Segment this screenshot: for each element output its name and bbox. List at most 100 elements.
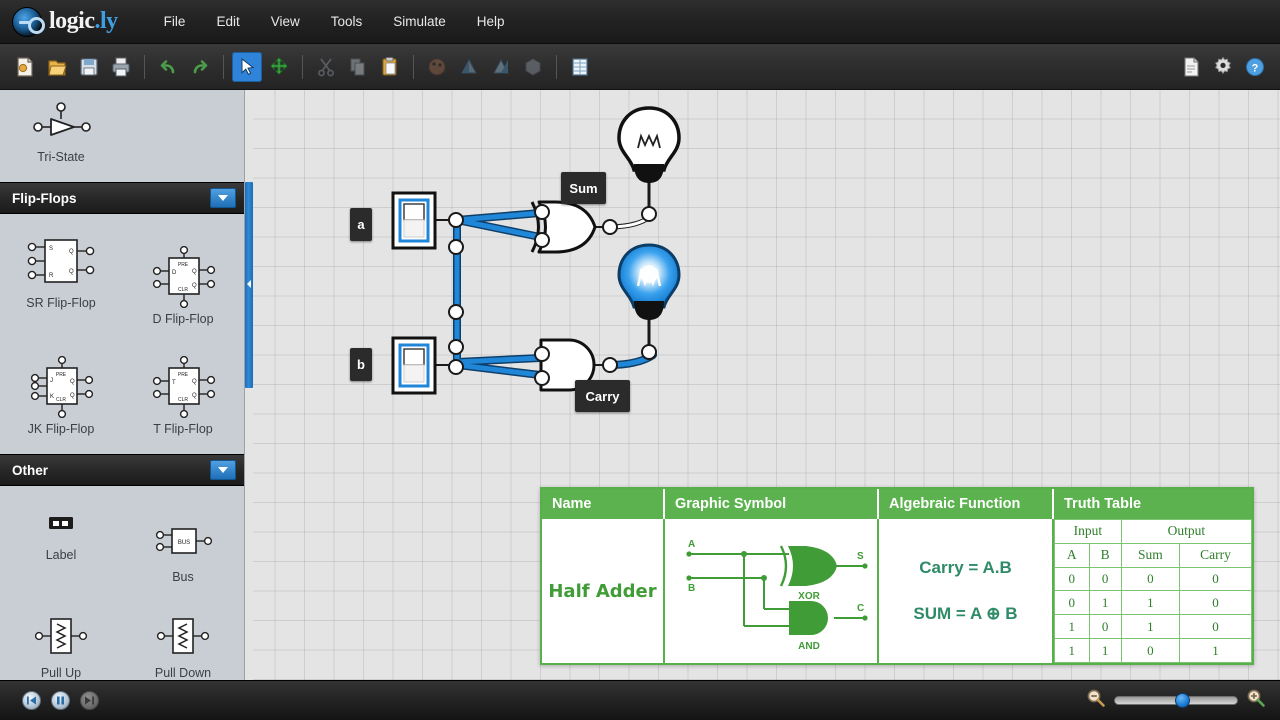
cell-carry: 1: [1179, 638, 1252, 663]
new-document-icon[interactable]: [10, 52, 40, 82]
svg-text:D: D: [172, 270, 177, 276]
gear-icon[interactable]: [1208, 52, 1238, 82]
svg-text:S: S: [49, 246, 53, 252]
toolbar-divider: [223, 54, 224, 79]
palette-item-label: Pull Down: [154, 666, 212, 680]
zoom-out-icon[interactable]: [1086, 688, 1106, 713]
zoom-slider-thumb[interactable]: [1175, 693, 1191, 708]
svg-text:CLR: CLR: [56, 397, 66, 403]
app-title: logic.ly: [49, 8, 118, 35]
palette-item-label: Pull Up: [40, 666, 82, 680]
palette-item-sr-flip-flop[interactable]: S R Q Q SR Flip-Flop: [0, 224, 122, 336]
cell-a: 1: [1054, 614, 1090, 640]
svg-text:CLR: CLR: [178, 287, 188, 293]
cut-scissors-icon[interactable]: [311, 52, 341, 82]
menu-edit[interactable]: Edit: [202, 8, 253, 35]
header-truth-table: Truth Table: [1064, 496, 1142, 512]
sidebar-collapse-handle[interactable]: [245, 182, 253, 388]
d-flip-flop-icon: PRE CLR D Q Q: [140, 246, 226, 308]
paste-clipboard-icon[interactable]: [375, 52, 405, 82]
toolbar-group-history: [153, 52, 215, 82]
copy-icon[interactable]: [343, 52, 373, 82]
section-header-flip-flops[interactable]: Flip-Flops: [0, 182, 244, 214]
palette-section-top: Tri-State: [0, 90, 244, 182]
restart-simulation-icon[interactable]: [22, 691, 41, 710]
palette-item-bus[interactable]: BUS Bus: [122, 512, 244, 594]
table-row: 1 1 0 1: [1054, 638, 1252, 663]
canvas-label-input-a[interactable]: a: [350, 208, 372, 241]
menu-help[interactable]: Help: [463, 8, 519, 35]
svg-text:Q: Q: [70, 393, 75, 399]
cell-b: 0: [1088, 614, 1122, 640]
truth-table-icon[interactable]: [565, 52, 595, 82]
simulation-controls: [22, 691, 99, 710]
bring-forward-icon[interactable]: [454, 52, 484, 82]
chevron-down-icon[interactable]: [210, 460, 236, 480]
help-icon[interactable]: ?: [1240, 52, 1270, 82]
section-header-other[interactable]: Other: [0, 454, 244, 486]
color-palette-icon[interactable]: [422, 52, 452, 82]
palette-item-tri-state[interactable]: Tri-State: [0, 94, 122, 174]
header-algebraic: Algebraic Function: [879, 489, 1054, 519]
half-adder-name-text: Half Adder: [548, 580, 657, 602]
redo-arrow-icon[interactable]: [185, 52, 215, 82]
canvas-label-carry[interactable]: Carry: [575, 380, 630, 412]
move-pan-icon[interactable]: [264, 52, 294, 82]
group-icon[interactable]: [518, 52, 548, 82]
circuit-canvas[interactable]: a b Sum Carry Name Graphic Symbol Algebr…: [253, 90, 1280, 680]
svg-text:Q: Q: [192, 283, 197, 289]
group-header-input: Input: [1054, 519, 1122, 544]
pull-down-resistor-icon: [140, 612, 226, 660]
palette-item-label[interactable]: Label: [0, 496, 122, 594]
undo-arrow-icon[interactable]: [153, 52, 183, 82]
column-header-sum: Sum: [1120, 542, 1181, 568]
reference-name-cell: Half Adder: [542, 519, 665, 663]
cell-carry: 0: [1179, 590, 1252, 616]
toolbar-group-clipboard: [311, 52, 405, 82]
svg-text:R: R: [49, 273, 54, 279]
menu-bar: logic.ly File Edit View Tools Simulate H…: [0, 0, 1280, 44]
header-name: Name: [542, 489, 665, 519]
chevron-down-icon[interactable]: [210, 188, 236, 208]
toolbar-group-arrange: [422, 52, 548, 82]
palette-item-t-flip-flop[interactable]: PRE CLR T Q Q T Flip-Flop: [122, 350, 244, 446]
brand-suffix-text: .ly: [94, 8, 119, 34]
menu-tools[interactable]: Tools: [317, 8, 377, 35]
palette-item-jk-flip-flop[interactable]: PRE CLR J K Q Q JK Flip-Flop: [0, 350, 122, 446]
palette-item-d-flip-flop[interactable]: PRE CLR D Q Q D Flip-Flop: [122, 240, 244, 336]
half-adder-schematic: XOR AND A B S C: [685, 539, 868, 652]
menu-view[interactable]: View: [257, 8, 314, 35]
svg-text:K: K: [50, 394, 54, 400]
zoom-slider-track[interactable]: [1114, 693, 1238, 708]
open-folder-icon[interactable]: [42, 52, 72, 82]
sum-output-bulb: [617, 106, 681, 183]
logicly-application-window: logic.ly File Edit View Tools Simulate H…: [0, 0, 1280, 720]
save-disk-icon[interactable]: [74, 52, 104, 82]
palette-item-pull-up[interactable]: Pull Up: [0, 604, 122, 680]
palette-grid-flip-flops: S R Q Q SR Flip-Flop PRE CLR D Q Q D Fli…: [0, 214, 244, 454]
t-flip-flop-icon: PRE CLR T Q Q: [140, 356, 226, 418]
component-palette-sidebar[interactable]: Tri-State Flip-Flops S R Q Q SR Flip-Flo…: [0, 90, 245, 680]
print-icon[interactable]: [106, 52, 136, 82]
pull-up-resistor-icon: [18, 612, 104, 660]
canvas-label-input-b[interactable]: b: [350, 348, 372, 381]
jk-flip-flop-icon: PRE CLR J K Q Q: [18, 356, 104, 418]
select-cursor-icon[interactable]: [232, 51, 262, 82]
svg-text:CLR: CLR: [178, 397, 188, 403]
menu-simulate[interactable]: Simulate: [379, 8, 460, 35]
send-backward-icon[interactable]: [486, 52, 516, 82]
pause-simulation-icon[interactable]: [51, 691, 70, 710]
step-simulation-icon[interactable]: [80, 691, 99, 710]
properties-icon[interactable]: [1176, 52, 1206, 82]
palette-item-pull-down[interactable]: Pull Down: [122, 604, 244, 680]
cell-carry: 0: [1179, 614, 1252, 640]
zoom-in-icon[interactable]: [1246, 688, 1266, 713]
menu-file[interactable]: File: [150, 8, 200, 35]
palette-item-label: D Flip-Flop: [152, 312, 214, 326]
bus-icon: BUS: [140, 520, 226, 564]
app-logo: logic.ly: [12, 6, 118, 37]
svg-text:T: T: [172, 380, 176, 386]
canvas-label-sum[interactable]: Sum: [561, 172, 606, 204]
table-row: 0 1 1 0: [1054, 590, 1252, 616]
svg-text:Q: Q: [192, 393, 197, 399]
